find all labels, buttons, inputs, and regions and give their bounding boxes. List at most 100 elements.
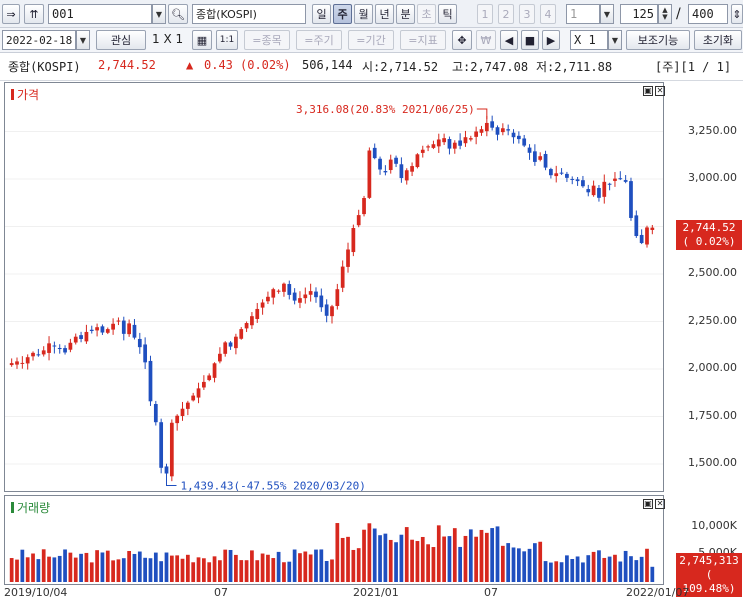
candle <box>506 124 511 136</box>
volume-bar <box>95 550 99 582</box>
x-label-2020-07: 07 <box>214 586 228 599</box>
candle <box>234 333 238 355</box>
pin-icon[interactable]: ⇈ <box>24 4 44 24</box>
num-1[interactable]: 1 <box>477 4 493 24</box>
prev-icon[interactable]: ◀ <box>500 30 518 50</box>
aux-button[interactable]: 보조기능 <box>626 30 690 50</box>
candle <box>388 154 393 174</box>
period-tab-2[interactable]: 월 <box>354 4 373 24</box>
candle <box>495 125 500 141</box>
candle <box>9 358 14 367</box>
scroll-icon[interactable]: ⇕ <box>731 4 743 24</box>
candle <box>314 287 318 303</box>
volume-bar <box>367 523 372 582</box>
won-icon[interactable]: ₩ <box>476 30 496 50</box>
candle <box>196 382 201 404</box>
volume-bar <box>543 561 548 582</box>
candle <box>383 165 388 176</box>
volume-bar <box>31 553 35 582</box>
volume-bar <box>495 526 500 582</box>
volume-bar <box>148 558 153 582</box>
num-3[interactable]: 3 <box>519 4 535 24</box>
high-leader <box>476 108 488 119</box>
volume-bar <box>169 555 174 582</box>
interval-input[interactable]: 1 <box>566 4 600 24</box>
candle <box>282 282 286 297</box>
volume-bar <box>575 556 580 582</box>
volume-bar <box>20 549 25 582</box>
candle <box>303 287 308 304</box>
candle <box>474 126 479 145</box>
info-low: 저:2,711.88 <box>536 60 613 74</box>
item-button[interactable]: =종목 <box>244 30 290 50</box>
search-icon[interactable]: 🔍︎ <box>168 4 188 24</box>
one-one-button[interactable]: 1:1 <box>216 30 238 50</box>
candle <box>244 321 249 333</box>
volume-bar <box>159 561 164 582</box>
candle <box>324 299 329 323</box>
volume-bar <box>228 549 233 582</box>
volume-badge-value: 2,745,313 <box>679 554 739 567</box>
total-input[interactable]: 400 <box>688 4 728 24</box>
candle <box>490 115 495 131</box>
period-tab-4[interactable]: 분 <box>396 4 415 24</box>
volume-panel[interactable]: 거래량 ▣ ✕ <box>4 495 665 585</box>
period-tab-5[interactable]: 초 <box>417 4 436 24</box>
candle <box>148 355 153 406</box>
cycle-button[interactable]: =주기 <box>296 30 342 50</box>
page-indicator: [주][1 / 1] <box>655 60 732 74</box>
info-high: 고:2,747.08 <box>452 60 529 74</box>
period-tab-0[interactable]: 일 <box>312 4 331 24</box>
volume-bar <box>9 558 14 582</box>
date-input[interactable]: 2022-02-18 <box>2 30 76 50</box>
volume-bar <box>260 553 265 582</box>
volume-bar <box>565 555 569 582</box>
count-input[interactable]: 125 <box>620 4 658 24</box>
price-panel[interactable]: 가격 ▣ ✕ 3,316.08(20.83% 2021/06/25) 1,439.… <box>4 82 665 492</box>
volume-bar <box>618 561 623 582</box>
num-4[interactable]: 4 <box>540 4 556 24</box>
volume-bar <box>132 553 137 582</box>
ratio-select[interactable]: X 1 <box>570 30 608 50</box>
period-button[interactable]: =기간 <box>348 30 394 50</box>
reset-button[interactable]: 초기화 <box>694 30 742 50</box>
stop-icon[interactable]: ■ <box>521 30 539 50</box>
code-dropdown[interactable]: ▼ <box>152 4 166 24</box>
stock-name-field: 종합(KOSPI) <box>192 4 306 24</box>
volume-bar <box>127 550 131 582</box>
ratio-dropdown[interactable]: ▼ <box>608 30 622 50</box>
volume-bar <box>180 558 185 582</box>
volume-bar <box>388 539 393 582</box>
grid-icon[interactable]: ▦ <box>192 30 212 50</box>
candle <box>212 362 217 383</box>
volume-bar <box>426 544 430 582</box>
interval-dropdown[interactable]: ▼ <box>600 4 614 24</box>
period-tab-3[interactable]: 년 <box>375 4 394 24</box>
candle <box>276 289 281 294</box>
num-2[interactable]: 2 <box>498 4 514 24</box>
link-icon[interactable]: ⇒ <box>2 4 20 24</box>
volume-bar <box>52 557 57 582</box>
crosshair-icon[interactable]: ✥ <box>452 30 472 50</box>
volume-bar <box>105 550 110 582</box>
volume-bar <box>559 562 564 582</box>
code-input[interactable]: 001 <box>48 4 152 24</box>
candle <box>68 338 73 353</box>
period-tab-6[interactable]: 틱 <box>438 4 457 24</box>
candle <box>629 177 633 221</box>
candle <box>346 242 350 273</box>
date-dropdown[interactable]: ▼ <box>76 30 90 50</box>
candle <box>565 171 569 183</box>
candle <box>47 336 51 361</box>
count-spinner[interactable]: ▲ ▼ <box>658 4 672 24</box>
volume-bar <box>650 566 655 582</box>
interest-button[interactable]: 관심 <box>96 30 146 50</box>
info-name: 종합(KOSPI) <box>8 60 81 74</box>
price-axis: 3,250.003,000.002,750.002,500.002,250.00… <box>664 82 743 492</box>
volume-bar <box>36 559 41 582</box>
candle <box>73 333 78 345</box>
period-tab-1[interactable]: 주 <box>333 4 352 24</box>
info-volume: 506,144 <box>302 58 353 72</box>
next-icon[interactable]: ▶ <box>542 30 560 50</box>
indicator-button[interactable]: =지표 <box>400 30 446 50</box>
